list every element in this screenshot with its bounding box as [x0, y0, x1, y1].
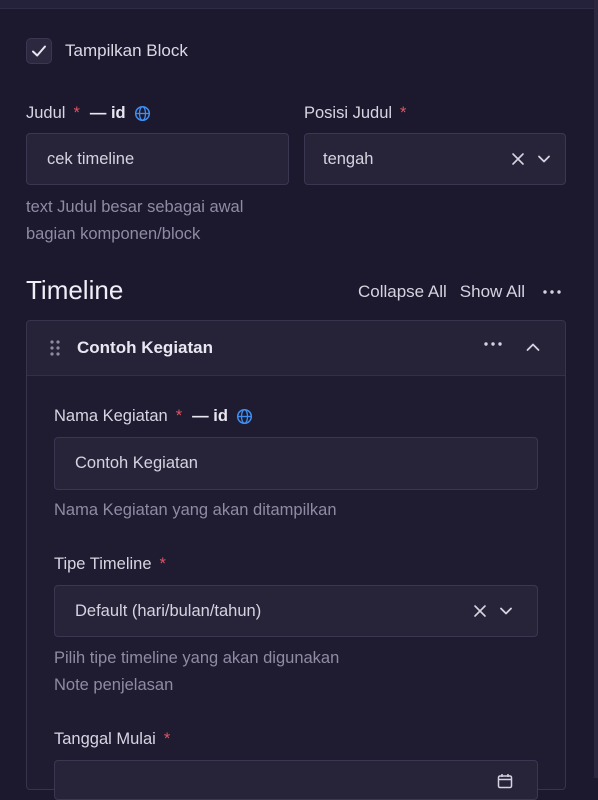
- show-block-checkbox[interactable]: [26, 38, 52, 64]
- posisi-judul-label-row: Posisi Judul *: [304, 104, 406, 123]
- required-mark: *: [163, 730, 171, 748]
- judul-help: text Judul besar sebagai awal bagian kom…: [26, 194, 243, 248]
- tipe-timeline-value: Default (hari/bulan/tahun): [75, 601, 262, 620]
- required-mark: *: [73, 104, 80, 122]
- posisi-judul-select[interactable]: tengah: [304, 133, 566, 185]
- tanggal-mulai-label-row: Tanggal Mulai *: [54, 730, 170, 749]
- tanggal-mulai-label: Tanggal Mulai: [54, 730, 156, 748]
- chevron-down-icon[interactable]: [537, 152, 551, 166]
- judul-input[interactable]: cek timeline: [26, 133, 289, 185]
- locale-tag: — id: [192, 407, 228, 425]
- nama-kegiatan-help: Nama Kegiatan yang akan ditampilkan: [54, 501, 337, 519]
- clear-icon[interactable]: [473, 604, 487, 618]
- nama-kegiatan-label-row: Nama Kegiatan * — id: [54, 407, 253, 426]
- required-mark: *: [175, 407, 183, 425]
- show-block-label: Tampilkan Block: [65, 41, 188, 60]
- judul-label-row: Judul * — id: [26, 104, 151, 123]
- required-mark: *: [400, 104, 407, 122]
- judul-label: Judul: [26, 104, 66, 122]
- posisi-judul-label: Posisi Judul: [304, 104, 393, 122]
- nama-kegiatan-label: Nama Kegiatan: [54, 407, 168, 425]
- timeline-title: Timeline: [26, 275, 124, 305]
- more-options-icon[interactable]: [542, 289, 562, 295]
- clear-icon[interactable]: [511, 152, 525, 166]
- timeline-actions: Collapse All Show All: [358, 282, 562, 302]
- locale-tag: — id: [89, 104, 126, 122]
- nama-kegiatan-value: Contoh Kegiatan: [75, 454, 198, 472]
- calendar-icon[interactable]: [497, 773, 513, 789]
- nama-kegiatan-input[interactable]: Contoh Kegiatan: [54, 437, 538, 490]
- timeline-item-header[interactable]: Contoh Kegiatan: [27, 321, 565, 376]
- tipe-timeline-help-line2: Note penjelasan: [54, 676, 174, 694]
- show-block-toggle[interactable]: Tampilkan Block: [26, 38, 188, 64]
- globe-icon[interactable]: [236, 408, 253, 425]
- scrollbar-track[interactable]: [594, 0, 598, 778]
- judul-help-line1: text Judul besar sebagai awal: [26, 198, 244, 216]
- top-bar: [0, 0, 598, 9]
- posisi-judul-value: tengah: [323, 149, 374, 168]
- tipe-timeline-help: Pilih tipe timeline yang akan digunakan …: [54, 645, 339, 699]
- judul-value: cek timeline: [47, 149, 135, 168]
- show-all-button[interactable]: Show All: [460, 282, 525, 302]
- tipe-timeline-select[interactable]: Default (hari/bulan/tahun): [54, 585, 538, 637]
- item-more-options-icon[interactable]: [483, 341, 503, 347]
- chevron-down-icon[interactable]: [499, 604, 513, 618]
- drag-handle-icon[interactable]: [49, 339, 61, 357]
- tipe-timeline-help-line1: Pilih tipe timeline yang akan digunakan: [54, 649, 340, 667]
- tipe-timeline-label: Tipe Timeline: [54, 555, 152, 573]
- required-mark: *: [159, 555, 166, 573]
- chevron-up-icon[interactable]: [525, 339, 541, 355]
- collapse-all-button[interactable]: Collapse All: [358, 282, 447, 302]
- timeline-item-title: Contoh Kegiatan: [77, 338, 213, 357]
- tipe-timeline-label-row: Tipe Timeline *: [54, 555, 166, 574]
- judul-help-line2: bagian komponen/block: [26, 225, 201, 243]
- globe-icon[interactable]: [134, 105, 151, 122]
- check-icon: [32, 45, 46, 57]
- tanggal-mulai-input[interactable]: [54, 760, 538, 800]
